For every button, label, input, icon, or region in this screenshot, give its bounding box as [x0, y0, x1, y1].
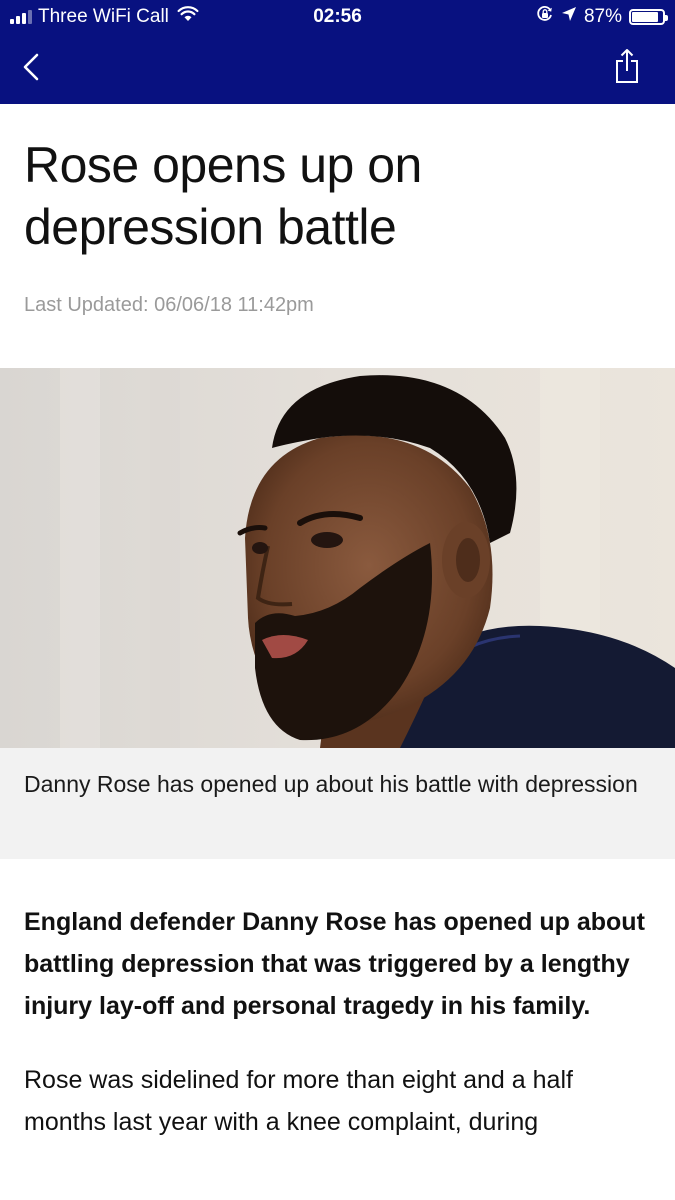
nav-bar	[0, 36, 675, 104]
battery-level-fill	[632, 12, 659, 22]
player-photo	[0, 368, 675, 748]
status-right: 87%	[536, 5, 668, 29]
article-body-paragraph: Rose was sidelined for more than eight a…	[24, 1066, 573, 1136]
location-icon	[561, 6, 577, 28]
status-bar: Three WiFi Call 02:56 87%	[0, 0, 675, 36]
app-header: Three WiFi Call 02:56 87%	[0, 0, 675, 104]
article-title: Rose opens up on depression battle	[24, 137, 422, 255]
battery-percent: 87%	[583, 6, 622, 27]
back-button[interactable]	[14, 52, 48, 86]
article-hero-image	[0, 368, 675, 748]
image-caption: Danny Rose has opened up about his battl…	[0, 748, 675, 859]
article-lede: England defender Danny Rose has opened u…	[24, 908, 645, 1020]
orientation-lock-icon	[536, 5, 554, 29]
share-icon	[614, 48, 640, 89]
last-updated: Last Updated: 06/06/18 11:42pm	[24, 294, 314, 316]
battery-icon	[629, 9, 668, 25]
chevron-left-icon	[22, 53, 40, 86]
share-button[interactable]	[611, 48, 643, 88]
